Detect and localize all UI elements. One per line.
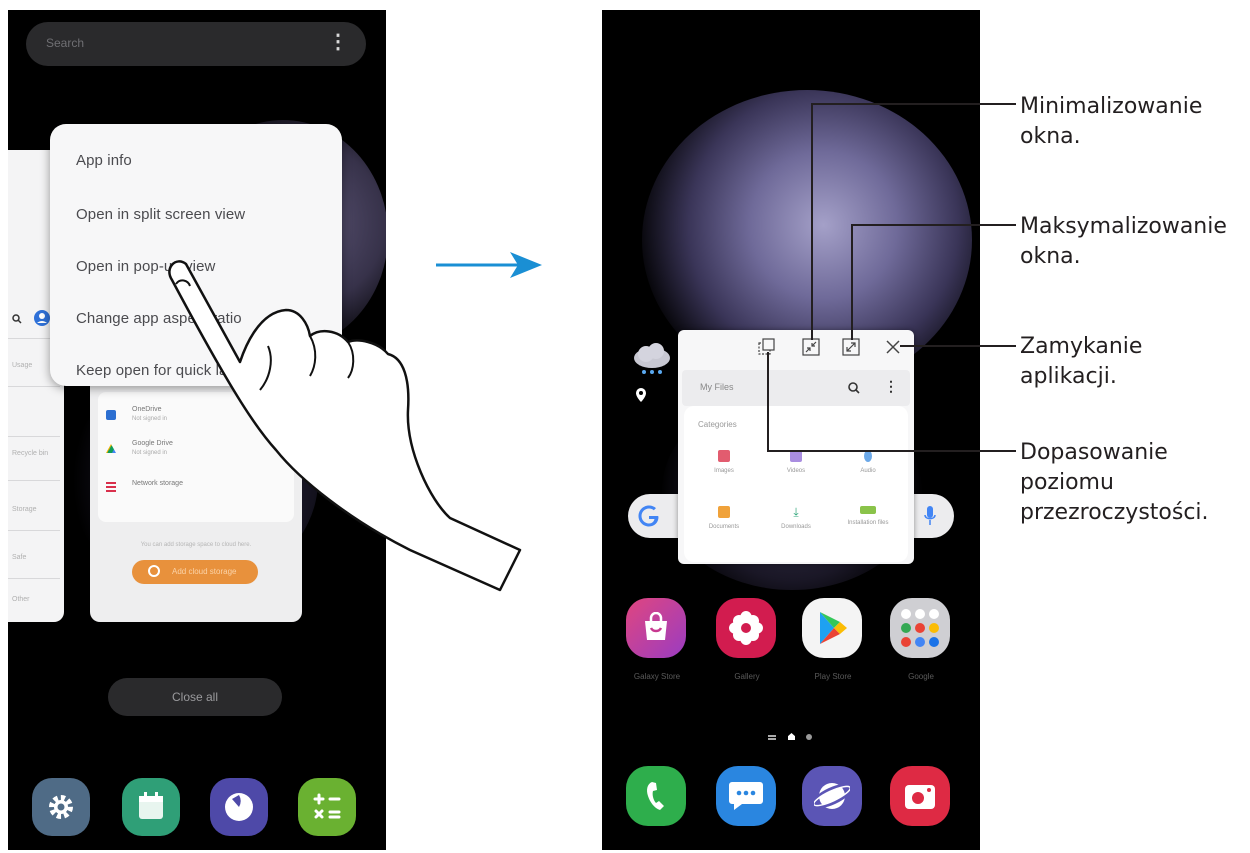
callout-maximize: Maksymalizowanie okna. xyxy=(1020,212,1227,272)
callout-text: Maksymalizowanie xyxy=(1020,214,1227,239)
callout-text: poziomu xyxy=(1020,470,1114,495)
callout-minimize: Minimalizowanie okna. xyxy=(1020,92,1202,152)
callout-text: Minimalizowanie xyxy=(1020,94,1203,119)
callout-close: Zamykanie aplikacji. xyxy=(1020,332,1142,392)
callout-text: Dopasowanie xyxy=(1020,440,1168,465)
callout-text: okna. xyxy=(1020,244,1081,269)
callout-text: okna. xyxy=(1020,124,1081,149)
callout-text: Zamykanie xyxy=(1020,334,1143,359)
callout-text: przezroczystości. xyxy=(1020,500,1209,525)
callout-transparency: Dopasowanie poziomu przezroczystości. xyxy=(1020,438,1209,528)
callout-text: aplikacji. xyxy=(1020,364,1117,389)
